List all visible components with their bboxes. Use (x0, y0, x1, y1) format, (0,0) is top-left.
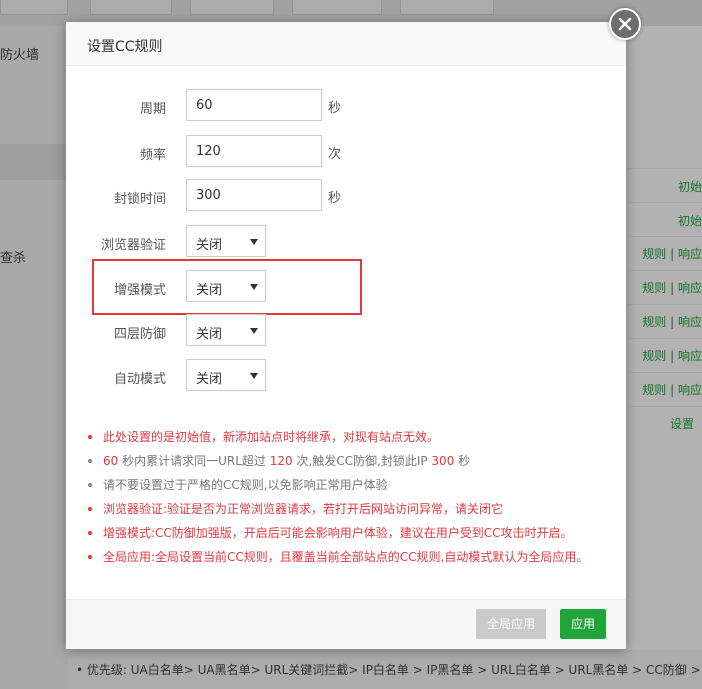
bullet-icon (88, 459, 92, 463)
bullet-icon (88, 555, 92, 559)
browser-verify-label: 浏览器验证 (100, 238, 166, 253)
layer4-defense-value: 关闭 (196, 327, 223, 342)
note-item: 此处设置的是初始值，新添加站点时将继承，对现有站点无效。 (88, 428, 608, 452)
dialog-title: 设置CC规则 (87, 39, 163, 55)
dialog-header: 设置CC规则 (66, 22, 626, 66)
global-apply-button[interactable]: 全局应用 (476, 609, 547, 639)
ban-time-input[interactable] (186, 179, 322, 211)
caret-down-icon (250, 239, 258, 245)
ban-time-label: 封锁时间 (113, 192, 166, 207)
close-button[interactable] (609, 8, 641, 40)
layer4-defense-label: 四层防御 (113, 327, 166, 342)
auto-mode-select[interactable]: 关闭 (186, 359, 266, 391)
period-label: 周期 (139, 102, 166, 117)
cc-rule-dialog: 设置CC规则 周期 秒 频率 次 封锁时间 秒 浏览器验证 关闭 增强模式 关闭 (66, 8, 641, 649)
period-row: 周期 秒 (66, 89, 626, 123)
browser-verify-row: 浏览器验证 关闭 (66, 225, 626, 259)
note-item: 全局应用:全局设置当前CC规则，且覆盖当前全部站点的CC规则,自动模式默认为全局… (88, 548, 608, 572)
bullet-icon (88, 531, 92, 535)
note-item: 增强模式:CC防御加强版，开启后可能会影响用户体验，建议在用户受到CC攻击时开启… (88, 524, 608, 548)
bullet-icon (88, 435, 92, 439)
close-icon (618, 17, 632, 31)
frequency-label: 频率 (139, 148, 166, 163)
highlight-annotation (92, 259, 362, 315)
dialog-footer: 全局应用 应用 (66, 599, 626, 649)
caret-down-icon (250, 328, 258, 334)
frequency-input[interactable] (186, 135, 322, 167)
period-unit: 秒 (328, 101, 342, 116)
frequency-unit: 次 (328, 147, 342, 162)
bullet-icon (88, 483, 92, 487)
period-input[interactable] (186, 89, 322, 121)
note-item: 请不要设置过于严格的CC规则,以免影响正常用户体验 (88, 476, 608, 500)
ban-time-unit: 秒 (328, 191, 342, 206)
ban-time-row: 封锁时间 秒 (66, 179, 626, 213)
browser-verify-select[interactable]: 关闭 (186, 225, 266, 257)
caret-down-icon (250, 373, 258, 379)
help-notes: 此处设置的是初始值，新添加站点时将继承，对现有站点无效。 60 秒内累计请求同一… (88, 428, 608, 572)
browser-verify-value: 关闭 (196, 238, 223, 253)
auto-mode-value: 关闭 (196, 372, 223, 387)
note-item: 60 秒内累计请求同一URL超过 120 次,触发CC防御,封锁此IP 300 … (88, 452, 608, 476)
apply-button[interactable]: 应用 (560, 609, 607, 639)
frequency-row: 频率 次 (66, 135, 626, 169)
auto-mode-label: 自动模式 (113, 372, 166, 387)
layer4-defense-row: 四层防御 关闭 (66, 314, 626, 348)
layer4-defense-select[interactable]: 关闭 (186, 314, 266, 346)
bullet-icon (88, 507, 92, 511)
note-item: 浏览器验证:验证是否为正常浏览器请求，若打开后网站访问异常，请关闭它 (88, 500, 608, 524)
auto-mode-row: 自动模式 关闭 (66, 359, 626, 393)
